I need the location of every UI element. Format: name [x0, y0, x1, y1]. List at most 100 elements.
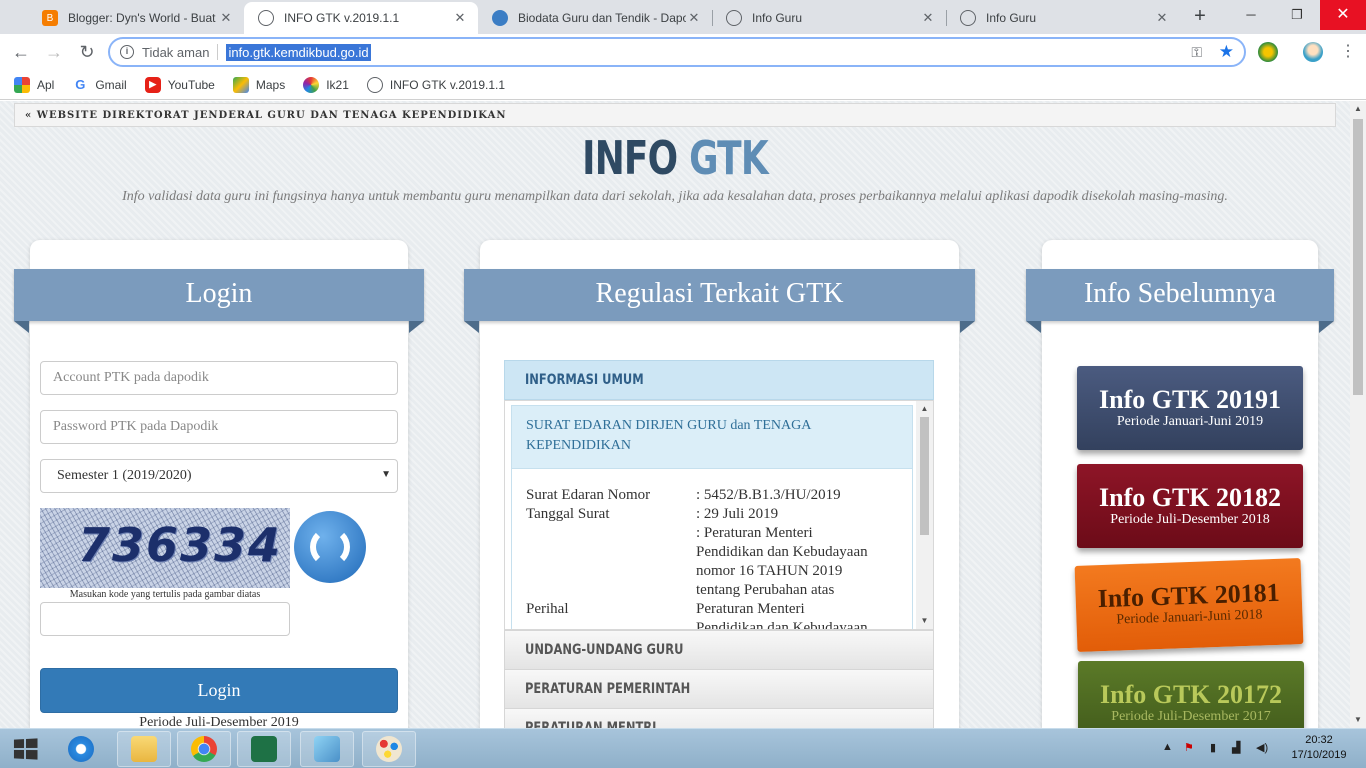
restore-icon[interactable]: ❐	[1274, 0, 1320, 30]
scroll-down-icon[interactable]: ▼	[1350, 712, 1366, 728]
bookmark-label: Ik21	[326, 77, 349, 92]
password-input[interactable]: Password PTK pada Dapodik	[40, 410, 398, 444]
accordion-label: UNDANG-UNDANG GURU	[525, 642, 684, 658]
captcha-input[interactable]	[40, 602, 290, 636]
close-icon[interactable]: ✕	[686, 10, 702, 26]
globe-icon	[960, 10, 976, 26]
card-period: Periode Juli-Desember 2018	[1110, 512, 1270, 527]
accordion-scrollbar[interactable]: ▲ ▼	[916, 401, 933, 629]
bookmark-apps[interactable]: Apl	[14, 76, 54, 93]
extension-icon[interactable]	[1258, 42, 1278, 62]
tab-info-guru-1[interactable]: Info Guru ✕	[712, 2, 946, 34]
key-icon[interactable]: ⚿	[1191, 44, 1202, 61]
bookmark-star-icon[interactable]: ★	[1219, 42, 1234, 62]
profile-avatar[interactable]	[1303, 42, 1323, 62]
info-gtk-20182-card[interactable]: Info GTK 20182 Periode Juli-Desember 201…	[1077, 464, 1303, 548]
ribbon-fold	[464, 321, 479, 333]
globe-icon	[726, 10, 742, 26]
account-input[interactable]: Account PTK pada dapodik	[40, 361, 398, 395]
info-sebelumnya-heading: Info Sebelumnya	[1026, 269, 1334, 321]
action-center-icon[interactable]: ⚑	[1184, 741, 1194, 754]
close-icon[interactable]: ✕	[920, 10, 936, 26]
login-button[interactable]: Login	[40, 668, 398, 713]
back-arrow-icon[interactable]: ←	[7, 38, 35, 66]
info-icon[interactable]: i	[120, 45, 134, 59]
minimize-icon[interactable]: ─	[1228, 0, 1274, 30]
new-tab-button[interactable]: +	[1188, 4, 1212, 28]
tab-strip: B Blogger: Dyn's World - Buat entri ✕ IN…	[0, 0, 1366, 34]
accordion-peraturan-pemerintah[interactable]: PERATURAN PEMERINTAH	[504, 669, 934, 709]
network-icon[interactable]: ▟	[1232, 741, 1240, 754]
chevron-down-icon: ▼	[381, 469, 391, 480]
card-period: Periode Juli-Desember 2017	[1111, 709, 1271, 724]
bookmark-maps[interactable]: Maps	[232, 76, 285, 93]
ribbon-fold	[960, 321, 975, 333]
paint-icon[interactable]	[362, 731, 416, 767]
internet-explorer-icon[interactable]	[54, 731, 108, 767]
clock[interactable]: 20:32 17/10/2019	[1284, 733, 1354, 763]
scroll-up-icon[interactable]: ▲	[916, 401, 933, 417]
tab-title: Biodata Guru dan Tendik - Dapo	[518, 11, 686, 25]
perihal-line: tentang Perubahan atas	[696, 582, 835, 598]
accordion-informasi-umum[interactable]: INFORMASI UMUM	[504, 360, 934, 400]
accordion-undang-undang-guru[interactable]: UNDANG-UNDANG GURU	[504, 630, 934, 670]
forward-arrow-icon[interactable]: →	[40, 38, 68, 66]
scroll-up-icon[interactable]: ▲	[1350, 101, 1366, 117]
close-icon[interactable]: ✕	[1154, 10, 1170, 26]
blogger-icon: B	[42, 10, 58, 26]
refresh-captcha-icon[interactable]	[294, 511, 366, 583]
ribbon-fold	[409, 321, 424, 333]
regulasi-heading: Regulasi Terkait GTK	[464, 269, 975, 321]
battery-icon[interactable]: ▮	[1210, 741, 1216, 754]
close-icon[interactable]: ✕	[218, 10, 234, 26]
accordion-content: SURAT EDARAN DIRJEN GURU dan TENAGA KEPE…	[504, 400, 934, 630]
semester-select[interactable]: Semester 1 (2019/2020) ▼	[40, 459, 398, 493]
kemdikbud-icon	[492, 10, 508, 26]
window-close-icon[interactable]: ✕	[1320, 0, 1366, 30]
bookmark-label: INFO GTK v.2019.1.1	[389, 77, 506, 92]
nomor-label: Surat Edaran Nomor	[526, 487, 651, 503]
bookmark-gmail[interactable]: G Gmail	[72, 77, 126, 93]
info-gtk-20181-card[interactable]: Info GTK 20181 Periode Januari-Juni 2018	[1074, 558, 1304, 652]
scroll-down-icon[interactable]: ▼	[916, 613, 933, 629]
start-button[interactable]	[4, 731, 46, 767]
show-hidden-icons-icon[interactable]: ▲	[1162, 741, 1173, 753]
captcha-image: 736334	[40, 508, 290, 588]
captcha-hint: Masukan kode yang tertulis pada gambar d…	[69, 589, 261, 600]
tab-biodata[interactable]: Biodata Guru dan Tendik - Dapo ✕	[478, 2, 712, 34]
accordion-peraturan-mentri[interactable]: PERATURAN MENTRI	[504, 708, 934, 728]
scroll-thumb[interactable]	[920, 417, 929, 535]
address-bar[interactable]: i Tidak aman info.gtk.kemdikbud.go.id ⚿ …	[108, 37, 1246, 67]
notepad-icon[interactable]	[300, 731, 354, 767]
maps-icon	[232, 76, 249, 93]
bookmark-youtube[interactable]: ▶ YouTube	[144, 76, 215, 93]
ditjen-gtk-link[interactable]: « WEBSITE DIREKTORAT JENDERAL GURU DAN T…	[14, 103, 1336, 127]
captcha-code: 736334	[78, 518, 283, 572]
bookmark-ik21[interactable]: Ik21	[303, 76, 349, 93]
url-text[interactable]: info.gtk.kemdikbud.go.id	[226, 43, 371, 61]
tab-title: Blogger: Dyn's World - Buat entri	[68, 11, 218, 25]
surat-edaran-title[interactable]: SURAT EDARAN DIRJEN GURU dan TENAGA KEPE…	[511, 405, 913, 469]
divider	[217, 44, 219, 60]
tab-blogger[interactable]: B Blogger: Dyn's World - Buat entri ✕	[28, 2, 244, 34]
info-gtk-20191-card[interactable]: Info GTK 20191 Periode Januari-Juni 2019	[1077, 366, 1303, 450]
card-title: Info GTK 20182	[1098, 483, 1282, 512]
tab-title: Info Guru	[986, 11, 1037, 25]
bookmark-info-gtk[interactable]: INFO GTK v.2019.1.1	[366, 76, 506, 93]
reload-icon[interactable]: ↻	[73, 38, 101, 66]
volume-icon[interactable]: ◀)	[1256, 741, 1268, 754]
tab-info-gtk[interactable]: INFO GTK v.2019.1.1 ✕	[244, 2, 478, 34]
file-explorer-icon[interactable]	[117, 731, 171, 767]
perihal-line: Pendidikan dan Kebudayaan	[696, 620, 868, 630]
security-status[interactable]: Tidak aman	[142, 45, 209, 60]
clock-date: 17/10/2019	[1291, 749, 1347, 761]
menu-icon[interactable]: ⋮	[1334, 38, 1362, 66]
info-gtk-20172-card[interactable]: Info GTK 20172 Periode Juli-Desember 201…	[1078, 661, 1304, 728]
excel-icon[interactable]	[237, 731, 291, 767]
page-scrollbar[interactable]: ▲ ▼	[1350, 101, 1366, 728]
tab-info-guru-2[interactable]: Info Guru ✕	[946, 2, 1180, 34]
close-icon[interactable]: ✕	[452, 10, 468, 26]
scroll-thumb[interactable]	[1353, 119, 1363, 395]
chrome-icon[interactable]	[177, 731, 231, 767]
globe-icon	[366, 76, 383, 93]
